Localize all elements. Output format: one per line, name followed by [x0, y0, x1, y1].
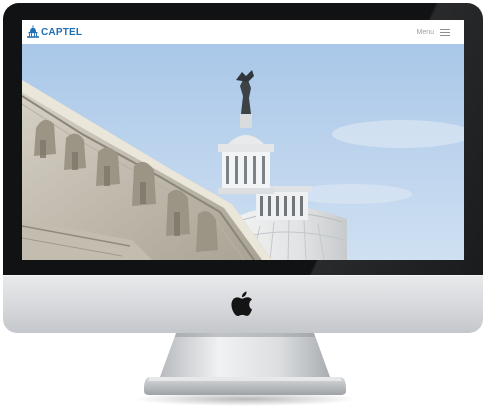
imac-mockup: CAPTEL Menu	[0, 0, 486, 406]
site-logo[interactable]: CAPTEL	[26, 25, 82, 39]
monitor-screen: CAPTEL Menu	[22, 20, 464, 260]
menu-button[interactable]: Menu	[416, 28, 450, 36]
apple-logo-icon	[231, 291, 252, 317]
hero-image-capitol	[22, 44, 464, 260]
menu-label: Menu	[416, 28, 434, 36]
capitol-dome-logo-icon	[27, 25, 39, 38]
logo-text: CAPTEL	[41, 26, 83, 38]
hamburger-menu-icon	[440, 28, 450, 36]
site-header: CAPTEL Menu	[22, 20, 464, 44]
monitor-stand	[133, 333, 357, 406]
